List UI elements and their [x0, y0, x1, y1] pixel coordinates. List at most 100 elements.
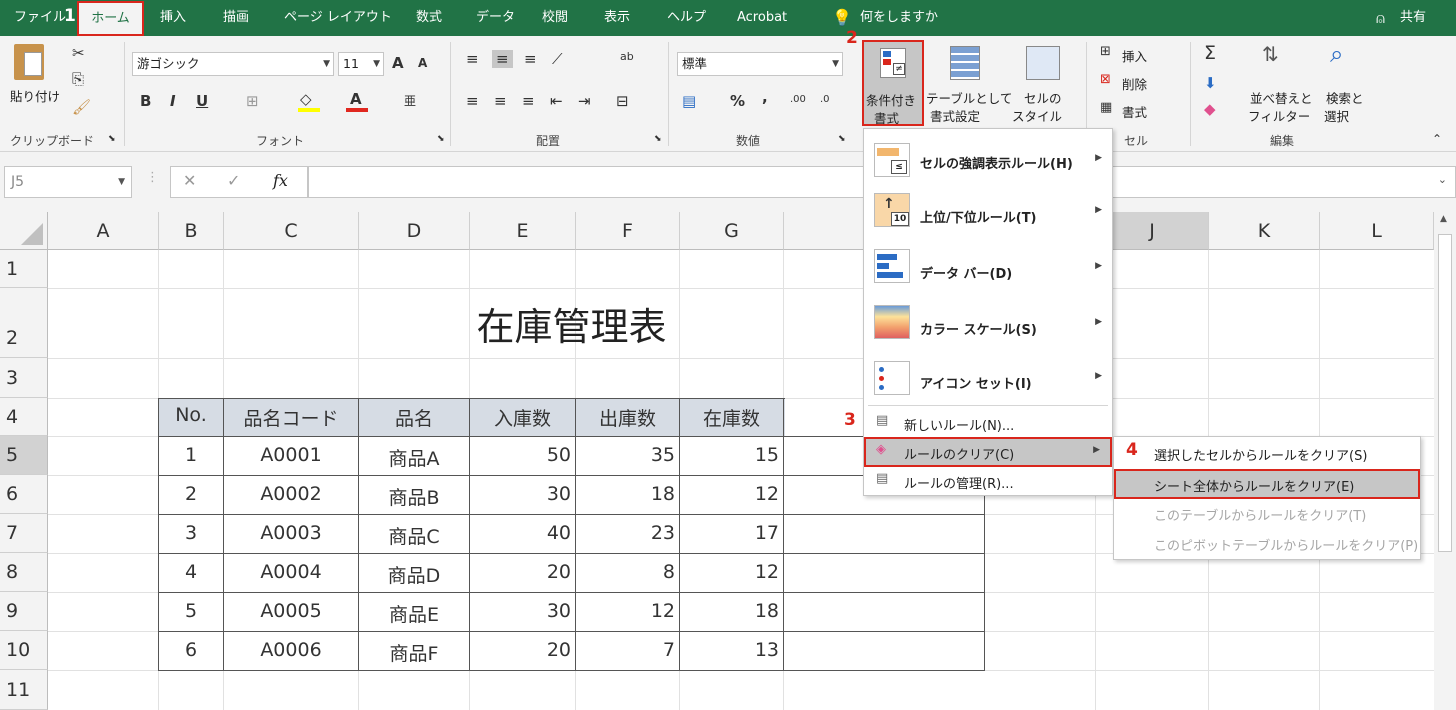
cell-code[interactable]: A0001 — [224, 444, 358, 466]
tab-file[interactable]: ファイル — [10, 0, 70, 36]
delete-cells-icon[interactable]: ⊠ — [1100, 72, 1111, 87]
tab-page-layout[interactable]: ページ レイアウト — [280, 0, 396, 36]
cell-in[interactable]: 20 — [470, 639, 571, 661]
align-right-icon[interactable]: ≡ — [522, 92, 535, 110]
font-color-icon[interactable]: A — [346, 90, 368, 112]
row-header-11[interactable]: 11 — [0, 670, 48, 710]
row-header-8[interactable]: 8 — [0, 553, 48, 592]
align-left-icon[interactable]: ≡ — [466, 92, 479, 110]
grow-font-icon[interactable]: A — [392, 54, 404, 72]
increase-indent-icon[interactable]: ⇥ — [578, 92, 591, 110]
expand-formula-icon[interactable]: ⌄ — [1438, 173, 1447, 186]
cell-out[interactable]: 7 — [576, 639, 675, 661]
insert-function-icon[interactable]: fx — [273, 171, 288, 190]
tab-home[interactable]: ホーム — [77, 1, 144, 36]
delete-cells-button[interactable]: 削除 — [1122, 74, 1147, 93]
cell-name[interactable]: 商品C — [359, 522, 469, 549]
format-cells-icon[interactable]: ▦ — [1100, 100, 1112, 115]
cell-code[interactable]: A0003 — [224, 522, 358, 544]
find-select-button[interactable]: 検索と — [1326, 88, 1364, 107]
column-header-e[interactable]: E — [470, 212, 576, 250]
menu-item-color-scales[interactable]: カラー スケール(S) ▶ — [864, 301, 1112, 357]
tab-view[interactable]: 表示 — [600, 0, 634, 36]
increase-decimal-icon[interactable]: .00 — [790, 94, 806, 105]
menu-item-manage-rules[interactable]: ▤ ルールの管理(R)... — [864, 467, 1112, 495]
paste-icon[interactable] — [14, 44, 44, 80]
row-header-10[interactable]: 10 — [0, 631, 48, 670]
cell-no[interactable]: 5 — [159, 600, 223, 622]
cell-stock[interactable]: 15 — [680, 444, 779, 466]
column-header-k[interactable]: K — [1209, 212, 1320, 250]
align-center-icon[interactable]: ≡ — [494, 92, 507, 110]
cell-code[interactable]: A0006 — [224, 639, 358, 661]
collapse-ribbon-icon[interactable]: ⌃ — [1432, 132, 1442, 146]
align-middle-icon[interactable]: ≡ — [492, 50, 513, 68]
border-icon[interactable]: ⊞ — [246, 92, 259, 110]
accounting-icon[interactable]: ▤ — [682, 92, 696, 110]
copy-icon[interactable]: ⎘ — [72, 70, 84, 88]
phonetic-icon[interactable]: 亜 — [404, 92, 416, 109]
cell-code[interactable]: A0004 — [224, 561, 358, 583]
menu-item-new-rule[interactable]: ▤ 新しいルール(N)... — [864, 409, 1112, 439]
cell-no[interactable]: 1 — [159, 444, 223, 466]
cell-code[interactable]: A0005 — [224, 600, 358, 622]
column-header-b[interactable]: B — [159, 212, 224, 250]
fill-color-icon[interactable]: ◇ — [298, 90, 320, 112]
tab-help[interactable]: ヘルプ — [663, 0, 710, 36]
search-icon[interactable]: ⌕ — [1330, 40, 1343, 68]
cell-no[interactable]: 3 — [159, 522, 223, 544]
cut-icon[interactable]: ✂ — [72, 44, 85, 62]
sort-filter-icon[interactable]: ⇅ — [1262, 42, 1279, 66]
bold-button[interactable]: B — [140, 92, 151, 110]
name-box[interactable]: J5 ▼ — [4, 166, 132, 198]
cell-out[interactable]: 12 — [576, 600, 675, 622]
cell-in[interactable]: 20 — [470, 561, 571, 583]
menu-item-data-bars[interactable]: データ バー(D) ▶ — [864, 245, 1112, 301]
cancel-icon[interactable]: ✕ — [183, 171, 196, 190]
tab-formulas[interactable]: 数式 — [412, 0, 446, 36]
italic-button[interactable]: I — [170, 92, 176, 110]
comma-button[interactable]: , — [762, 88, 768, 106]
cell-name[interactable]: 商品F — [359, 639, 469, 666]
dialog-launcher-icon[interactable]: ⬊ — [838, 134, 846, 144]
format-as-table-button[interactable]: テーブルとして — [926, 88, 1012, 107]
fill-icon[interactable]: ⬇ — [1204, 74, 1217, 92]
cell-stock[interactable]: 12 — [680, 561, 779, 583]
format-cells-button[interactable]: 書式 — [1122, 102, 1147, 121]
percent-button[interactable]: % — [730, 92, 745, 110]
underline-button[interactable]: U — [196, 92, 208, 110]
clear-whole-sheet-item[interactable]: シート全体からルールをクリア(E) — [1114, 469, 1420, 499]
font-size-select[interactable]: 11 ▼ — [338, 52, 384, 76]
menu-item-top-bottom-rules[interactable]: ↑ 10 上位/下位ルール(T) ▶ — [864, 189, 1112, 245]
cell-out[interactable]: 18 — [576, 483, 675, 505]
conditional-formatting-button[interactable]: ≠ 条件付き 書式 — [862, 40, 924, 126]
menu-item-highlight-rules[interactable]: ≤ セルの強調表示ルール(H) ▶ — [864, 133, 1112, 189]
clear-icon[interactable]: ◆ — [1204, 100, 1216, 118]
tab-draw[interactable]: 描画 — [219, 0, 253, 36]
cell-in[interactable]: 40 — [470, 522, 571, 544]
cell-in[interactable]: 50 — [470, 444, 571, 466]
scroll-up-icon[interactable]: ▲ — [1440, 214, 1447, 224]
row-header-3[interactable]: 3 — [0, 358, 48, 398]
column-header-d[interactable]: D — [359, 212, 470, 250]
tab-acrobat[interactable]: Acrobat — [733, 0, 791, 36]
column-header-c[interactable]: C — [224, 212, 359, 250]
align-top-icon[interactable]: ≡ — [466, 50, 479, 68]
share-button[interactable]: 共有 — [1396, 0, 1430, 36]
vertical-scrollbar[interactable]: ▲ — [1434, 212, 1456, 710]
number-format-select[interactable]: 標準 ▼ — [677, 52, 843, 76]
dialog-launcher-icon[interactable]: ⬊ — [437, 134, 445, 144]
row-header-1[interactable]: 1 — [0, 250, 48, 288]
format-painter-icon[interactable]: 🖌 — [72, 98, 91, 116]
cell-out[interactable]: 8 — [576, 561, 675, 583]
cell-styles-button[interactable]: セルの — [1024, 88, 1062, 107]
orientation-icon[interactable]: ⟋ — [552, 50, 563, 68]
cell-in[interactable]: 30 — [470, 483, 571, 505]
person-icon[interactable]: ⍝ — [1372, 0, 1389, 36]
menu-item-icon-sets[interactable]: アイコン セット(I) ▶ — [864, 357, 1112, 405]
cell-stock[interactable]: 12 — [680, 483, 779, 505]
row-header-6[interactable]: 6 — [0, 475, 48, 514]
paste-button[interactable]: 貼り付け — [10, 86, 60, 105]
insert-cells-button[interactable]: 挿入 — [1122, 46, 1147, 65]
cell-out[interactable]: 23 — [576, 522, 675, 544]
